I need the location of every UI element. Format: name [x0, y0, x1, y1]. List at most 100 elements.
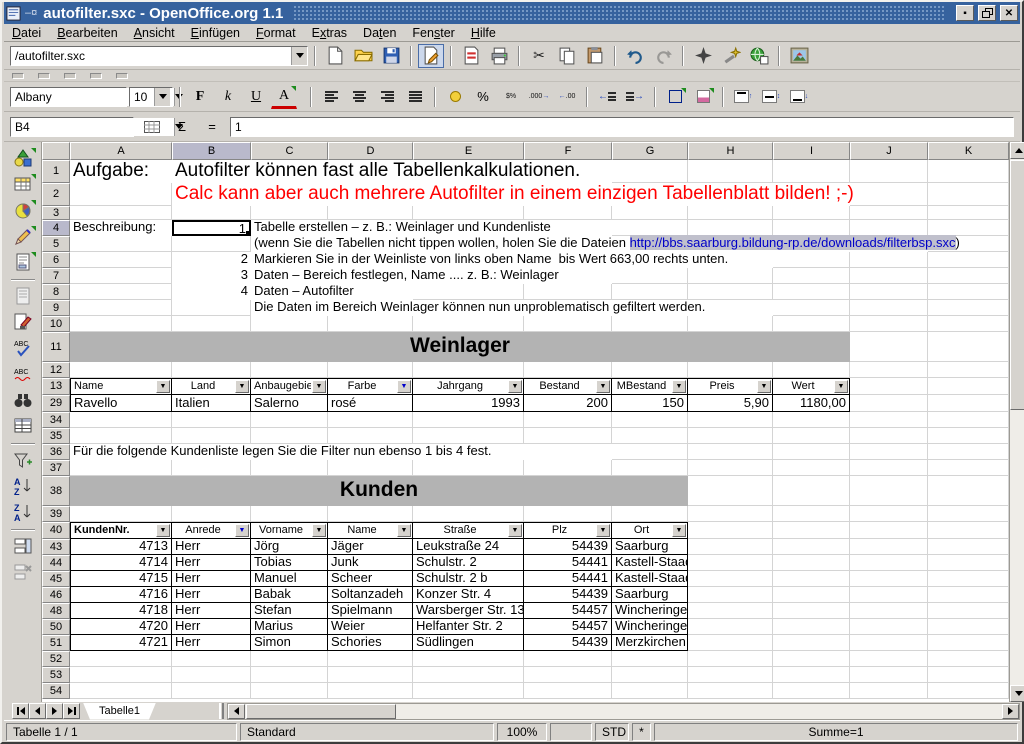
- cell-B45-content[interactable]: Herr: [172, 571, 251, 587]
- row-header-2[interactable]: 2: [42, 183, 70, 206]
- cell-K51[interactable]: [928, 635, 1009, 651]
- autofilter-dropdown-A13[interactable]: ▼: [156, 380, 170, 393]
- cell-K6[interactable]: [928, 252, 1009, 268]
- cell-C12[interactable]: [251, 362, 328, 378]
- cell-F34[interactable]: [524, 412, 612, 428]
- cell-E44-content[interactable]: Schulstr. 2: [413, 555, 524, 571]
- cell-A36-content[interactable]: Für die folgende Kundenliste legen Sie d…: [70, 444, 612, 460]
- menu-item-ansicht[interactable]: Ansicht: [126, 25, 183, 41]
- column-header-F[interactable]: F: [524, 142, 612, 160]
- cell-C44-content[interactable]: Tobias: [251, 555, 328, 571]
- cell-A7[interactable]: [70, 268, 172, 284]
- cell-E48-content[interactable]: Warsberger Str. 13: [413, 603, 524, 619]
- row-header-44[interactable]: 44: [42, 555, 70, 571]
- cell-F13-content[interactable]: Bestand▼: [524, 378, 612, 395]
- cell-K38[interactable]: [928, 476, 1009, 506]
- cell-J29[interactable]: [850, 395, 928, 412]
- cell-B13-content[interactable]: Land▼: [172, 378, 251, 395]
- cell-F39[interactable]: [524, 506, 612, 522]
- cell-E29-content[interactable]: 1993: [413, 395, 524, 412]
- cell-B51-content[interactable]: Herr: [172, 635, 251, 651]
- minimize-button[interactable]: ▪: [956, 5, 974, 21]
- next-sheet-button[interactable]: [46, 703, 63, 719]
- row-header-48[interactable]: 48: [42, 603, 70, 619]
- add-decimal-button[interactable]: .000→: [526, 85, 552, 109]
- cell-A4-content[interactable]: Beschreibung:: [70, 220, 172, 236]
- cell-H3[interactable]: [688, 206, 773, 220]
- cell-G7[interactable]: [612, 268, 688, 284]
- cell-J9[interactable]: [850, 300, 928, 316]
- cell-J8[interactable]: [850, 284, 928, 300]
- cell-A11-content[interactable]: Weinlager: [70, 332, 850, 362]
- row-header-50[interactable]: 50: [42, 619, 70, 635]
- horizontal-scrollbar[interactable]: [227, 703, 1020, 720]
- cell-C8-content[interactable]: Daten – Autofilter: [251, 284, 413, 300]
- cell-C34[interactable]: [251, 412, 328, 428]
- scroll-up-button[interactable]: [1010, 142, 1024, 159]
- cell-E10[interactable]: [413, 316, 524, 332]
- cell-K10[interactable]: [928, 316, 1009, 332]
- sheet-tab-tabelle1[interactable]: Tabelle1: [83, 703, 156, 720]
- cell-A10[interactable]: [70, 316, 172, 332]
- cell-F46-content[interactable]: 54439: [524, 587, 612, 603]
- align-right-button[interactable]: [374, 85, 400, 109]
- print-button[interactable]: [486, 44, 512, 68]
- cell-I7[interactable]: [773, 268, 850, 284]
- cell-A8[interactable]: [70, 284, 172, 300]
- cell-A12[interactable]: [70, 362, 172, 378]
- autofilter-button[interactable]: [9, 448, 37, 472]
- cell-A29-content[interactable]: Ravello: [70, 395, 172, 412]
- cell-G46-content[interactable]: Saarburg: [612, 587, 688, 603]
- close-button[interactable]: ✕: [1000, 5, 1018, 21]
- cell-G52[interactable]: [612, 651, 688, 667]
- cell-B12[interactable]: [172, 362, 251, 378]
- increase-indent-button[interactable]: →: [622, 85, 648, 109]
- cell-I29-content[interactable]: 1180,00: [773, 395, 850, 412]
- cell-B8-content[interactable]: 4: [172, 284, 251, 300]
- cell-A52[interactable]: [70, 651, 172, 667]
- menu-item-extras[interactable]: Extras: [304, 25, 355, 41]
- cell-G51-content[interactable]: Merzkirchen: [612, 635, 688, 651]
- decrease-indent-button[interactable]: ←: [594, 85, 620, 109]
- scroll-down-button[interactable]: [1010, 685, 1024, 702]
- cell-H53[interactable]: [688, 667, 773, 683]
- cell-A39[interactable]: [70, 506, 172, 522]
- cell-J2[interactable]: [850, 183, 928, 206]
- cell-A2[interactable]: [70, 183, 172, 206]
- underline-button[interactable]: U: [243, 85, 269, 109]
- row-header-4[interactable]: 4: [42, 220, 70, 236]
- cell-J48[interactable]: [850, 603, 928, 619]
- align-justify-button[interactable]: [402, 85, 428, 109]
- valign-bottom-button[interactable]: ↓: [786, 85, 812, 109]
- copy-button[interactable]: [554, 44, 580, 68]
- cell-C35[interactable]: [251, 428, 328, 444]
- cell-D52[interactable]: [328, 651, 413, 667]
- cell-B1-content[interactable]: Autofilter können fast alle Tabellenkalk…: [172, 160, 612, 183]
- cell-F10[interactable]: [524, 316, 612, 332]
- autoformat-button[interactable]: [9, 310, 37, 334]
- cell-J50[interactable]: [850, 619, 928, 635]
- cell-E50-content[interactable]: Helfanter Str. 2: [413, 619, 524, 635]
- cell-K54[interactable]: [928, 683, 1009, 699]
- cell-I44[interactable]: [773, 555, 850, 571]
- sum-button[interactable]: Σ: [170, 117, 194, 137]
- cell-B50-content[interactable]: Herr: [172, 619, 251, 635]
- row-header-12[interactable]: 12: [42, 362, 70, 378]
- function-wizard-button[interactable]: [140, 117, 164, 137]
- cell-C3[interactable]: [251, 206, 328, 220]
- cell-I53[interactable]: [773, 667, 850, 683]
- cell-G50-content[interactable]: Wincheringen: [612, 619, 688, 635]
- scroll-left-button[interactable]: [228, 704, 245, 719]
- row-header-46[interactable]: 46: [42, 587, 70, 603]
- number-format-percent-button[interactable]: %: [470, 85, 496, 109]
- cell-J45[interactable]: [850, 571, 928, 587]
- cell-J44[interactable]: [850, 555, 928, 571]
- cell-B46-content[interactable]: Herr: [172, 587, 251, 603]
- cell-E54[interactable]: [413, 683, 524, 699]
- cell-K36[interactable]: [928, 444, 1009, 460]
- cell-C37[interactable]: [251, 460, 328, 476]
- cell-A9[interactable]: [70, 300, 172, 316]
- cell-K29[interactable]: [928, 395, 1009, 412]
- cell-J36[interactable]: [850, 444, 928, 460]
- cell-I35[interactable]: [773, 428, 850, 444]
